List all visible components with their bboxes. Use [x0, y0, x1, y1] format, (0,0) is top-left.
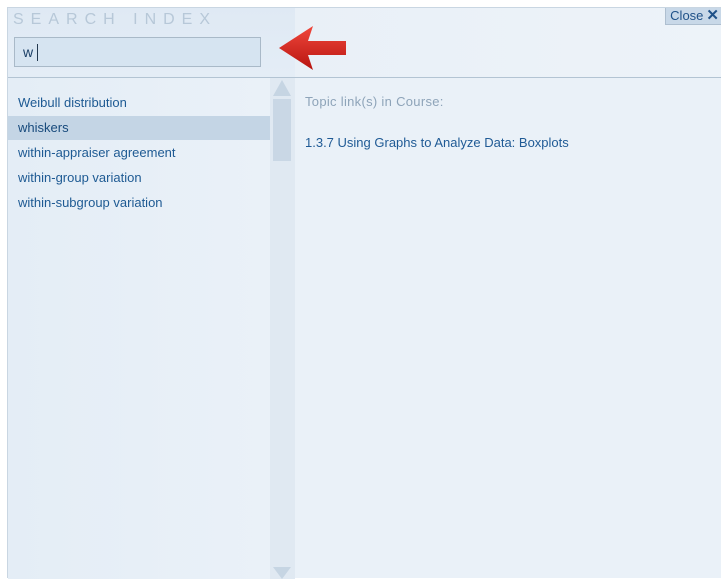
close-button[interactable]: Close ✕: [665, 8, 721, 25]
topic-detail-pane: Topic link(s) in Course: 1.3.7 Using Gra…: [295, 78, 721, 579]
list-item-selected[interactable]: whiskers: [8, 116, 270, 140]
topic-links-heading: Topic link(s) in Course:: [305, 94, 444, 109]
panel-title: SEARCH INDEX: [13, 11, 218, 28]
topic-link[interactable]: 1.3.7 Using Graphs to Analyze Data: Boxp…: [305, 135, 569, 150]
close-label: Close: [670, 8, 704, 23]
search-index-panel: SEARCH INDEX Close ✕ Weibull distributio…: [7, 7, 721, 579]
header-search-area: SEARCH INDEX: [8, 8, 295, 77]
close-icon: ✕: [706, 7, 719, 24]
text-cursor: [37, 44, 38, 61]
red-left-arrow-icon: [279, 26, 346, 70]
list-item[interactable]: within-group variation: [8, 166, 270, 190]
list-item[interactable]: within-subgroup variation: [8, 191, 270, 215]
scroll-thumb[interactable]: [273, 99, 291, 161]
list-scrollbar[interactable]: [270, 78, 295, 579]
index-term-list: Weibull distribution whiskers within-app…: [8, 78, 270, 579]
header: SEARCH INDEX Close ✕: [8, 8, 721, 78]
scroll-down-arrow-icon[interactable]: [273, 567, 291, 579]
search-input[interactable]: [14, 37, 261, 67]
list-item[interactable]: Weibull distribution: [8, 91, 270, 115]
scroll-up-arrow-icon[interactable]: [273, 80, 291, 96]
list-item[interactable]: within-appraiser agreement: [8, 141, 270, 165]
